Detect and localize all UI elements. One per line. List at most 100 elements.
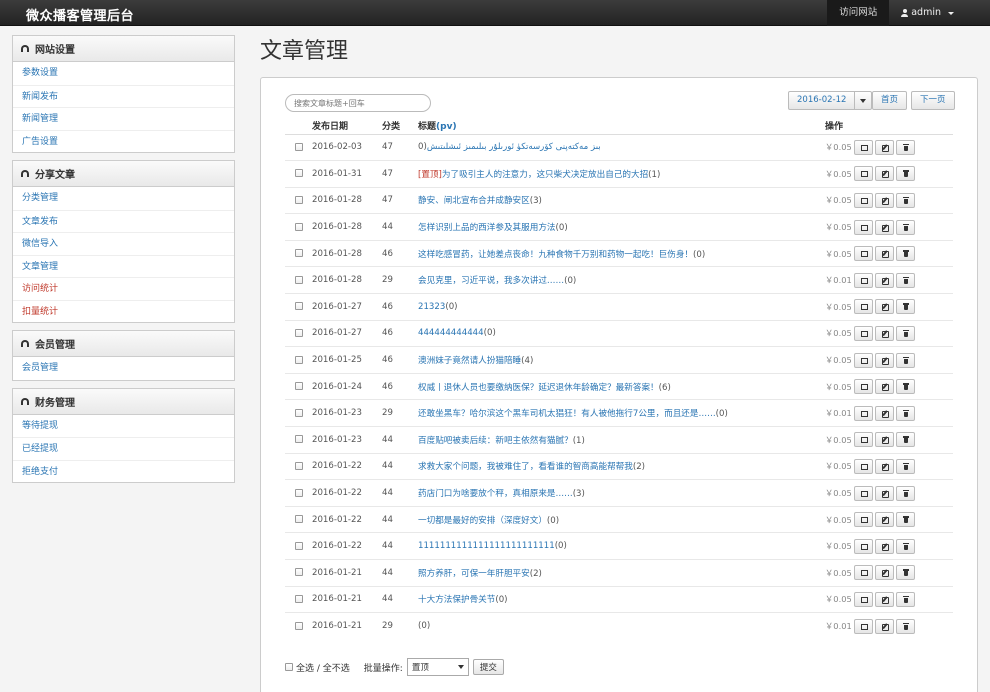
edit-icon[interactable] — [875, 139, 894, 155]
row-checkbox[interactable] — [294, 142, 303, 151]
sidebar-item-news-publish[interactable]: 新闻发布 — [13, 84, 234, 108]
image-icon[interactable] — [854, 192, 873, 208]
image-icon[interactable] — [854, 166, 873, 182]
image-icon[interactable] — [854, 485, 873, 501]
edit-icon[interactable] — [875, 219, 894, 235]
sidebar-item-news-manage[interactable]: 新闻管理 — [13, 107, 234, 130]
trash-icon[interactable] — [896, 458, 915, 474]
article-title-link[interactable]: 为了吸引主人的注意力，这只柴犬决定放出自己的大招 — [442, 170, 648, 180]
article-title-link[interactable]: 十大方法保护骨关节 — [418, 595, 495, 605]
image-icon[interactable] — [854, 352, 873, 368]
sidebar-item-ads[interactable]: 广告设置 — [13, 129, 234, 153]
user-menu[interactable]: admin — [889, 0, 990, 26]
row-checkbox[interactable] — [294, 515, 303, 524]
row-checkbox[interactable] — [294, 169, 303, 178]
article-title-link[interactable]: 会见克里，习近平说，我多次讲过…… — [418, 276, 564, 286]
select-all-label[interactable]: 全选 / 全不选 — [296, 661, 350, 674]
article-title-link[interactable]: 澳洲妹子竟然请人扮猫陪睡 — [418, 356, 521, 366]
edit-icon[interactable] — [875, 591, 894, 607]
row-checkbox[interactable] — [294, 408, 303, 417]
row-checkbox[interactable] — [294, 328, 303, 337]
image-icon[interactable] — [854, 139, 873, 155]
row-checkbox[interactable] — [294, 302, 303, 311]
article-title-link[interactable]: 静安、闸北宣布合并成静安区 — [418, 196, 530, 206]
edit-icon[interactable] — [875, 512, 894, 528]
row-checkbox[interactable] — [294, 621, 303, 630]
trash-icon[interactable] — [896, 379, 915, 395]
sidebar-item-wechat-import[interactable]: 微信导入 — [13, 232, 234, 255]
sidebar-item-article-manage[interactable]: 文章管理 — [13, 254, 234, 278]
trash-icon[interactable] — [896, 591, 915, 607]
sidebar-item-pending-withdraw[interactable]: 等待提现 — [13, 415, 234, 438]
article-title-link[interactable]: 求救大家个问题，我被难住了，看看谁的智商高能帮帮我 — [418, 462, 633, 472]
trash-icon[interactable] — [896, 166, 915, 182]
article-title-link[interactable]: 百度贴吧被卖后续：新吧主依然有猫腻？ — [418, 436, 573, 446]
image-icon[interactable] — [854, 565, 873, 581]
edit-icon[interactable] — [875, 565, 894, 581]
submit-button[interactable]: 提交 — [472, 659, 504, 675]
trash-icon[interactable] — [896, 299, 915, 315]
row-checkbox[interactable] — [294, 355, 303, 364]
date-button[interactable]: 2016-02-12 — [788, 91, 856, 110]
edit-icon[interactable] — [875, 379, 894, 395]
row-checkbox[interactable] — [294, 461, 303, 470]
trash-icon[interactable] — [896, 192, 915, 208]
article-title-link[interactable]: 444444444444 — [418, 328, 484, 338]
trash-icon[interactable] — [896, 565, 915, 581]
image-icon[interactable] — [854, 591, 873, 607]
edit-icon[interactable] — [875, 246, 894, 262]
image-icon[interactable] — [854, 618, 873, 634]
image-icon[interactable] — [854, 299, 873, 315]
article-title-link[interactable]: 权威丨退休人员也要缴纳医保？延迟退休年龄确定？最新答案！ — [418, 383, 659, 393]
image-icon[interactable] — [854, 512, 873, 528]
edit-icon[interactable] — [875, 432, 894, 448]
row-checkbox[interactable] — [294, 594, 303, 603]
trash-icon[interactable] — [896, 485, 915, 501]
article-title-link[interactable]: 1111111111111111111111111 — [418, 541, 555, 551]
image-icon[interactable] — [854, 379, 873, 395]
sidebar-item-visit-stats[interactable]: 访问统计 — [13, 277, 234, 300]
article-title-link[interactable]: 一切都是最好的安排（深度好文） — [418, 516, 547, 526]
article-title-link[interactable]: 21323 — [418, 302, 445, 312]
trash-icon[interactable] — [896, 272, 915, 288]
article-title-link[interactable]: 药店门口为啥要放个秤，真相原来是…… — [418, 489, 573, 499]
image-icon[interactable] — [854, 272, 873, 288]
image-icon[interactable] — [854, 325, 873, 341]
row-checkbox[interactable] — [294, 568, 303, 577]
edit-icon[interactable] — [875, 166, 894, 182]
first-page-button[interactable]: 首页 — [872, 91, 908, 110]
trash-icon[interactable] — [896, 405, 915, 421]
select-all-checkbox[interactable] — [285, 663, 293, 671]
sidebar-item-categories[interactable]: 分类管理 — [13, 187, 234, 210]
sidebar-item-member-manage[interactable]: 会员管理 — [13, 357, 234, 380]
trash-icon[interactable] — [896, 219, 915, 235]
image-icon[interactable] — [854, 219, 873, 235]
next-page-button[interactable]: 下一页 — [911, 91, 955, 110]
edit-icon[interactable] — [875, 538, 894, 554]
row-checkbox[interactable] — [294, 488, 303, 497]
trash-icon[interactable] — [896, 352, 915, 368]
edit-icon[interactable] — [875, 299, 894, 315]
row-checkbox[interactable] — [294, 541, 303, 550]
trash-icon[interactable] — [896, 538, 915, 554]
edit-icon[interactable] — [875, 352, 894, 368]
row-checkbox[interactable] — [294, 435, 303, 444]
row-checkbox[interactable] — [294, 249, 303, 258]
article-title-link[interactable]: 怎样识别上品的西洋参及其服用方法 — [418, 223, 556, 233]
date-dropdown-toggle[interactable] — [855, 91, 873, 110]
trash-icon[interactable] — [896, 512, 915, 528]
batch-action-select[interactable]: 置顶 — [406, 658, 469, 676]
image-icon[interactable] — [854, 538, 873, 554]
trash-icon[interactable] — [896, 246, 915, 262]
image-icon[interactable] — [854, 405, 873, 421]
edit-icon[interactable] — [875, 485, 894, 501]
article-title-link[interactable]: 这样吃感冒药，让她差点丧命！九种食物千万别和药物一起吃！巨伤身！ — [418, 250, 693, 260]
sidebar-item-deduct-stats[interactable]: 扣量统计 — [13, 299, 234, 323]
row-checkbox[interactable] — [294, 275, 303, 284]
image-icon[interactable] — [854, 458, 873, 474]
image-icon[interactable] — [854, 432, 873, 448]
article-title-link[interactable]: 照方养肝，可保一年肝胆平安 — [418, 569, 530, 579]
brand-title[interactable]: 微众播客管理后台 — [26, 5, 134, 24]
sidebar-item-article-publish[interactable]: 文章发布 — [13, 209, 234, 233]
edit-icon[interactable] — [875, 458, 894, 474]
